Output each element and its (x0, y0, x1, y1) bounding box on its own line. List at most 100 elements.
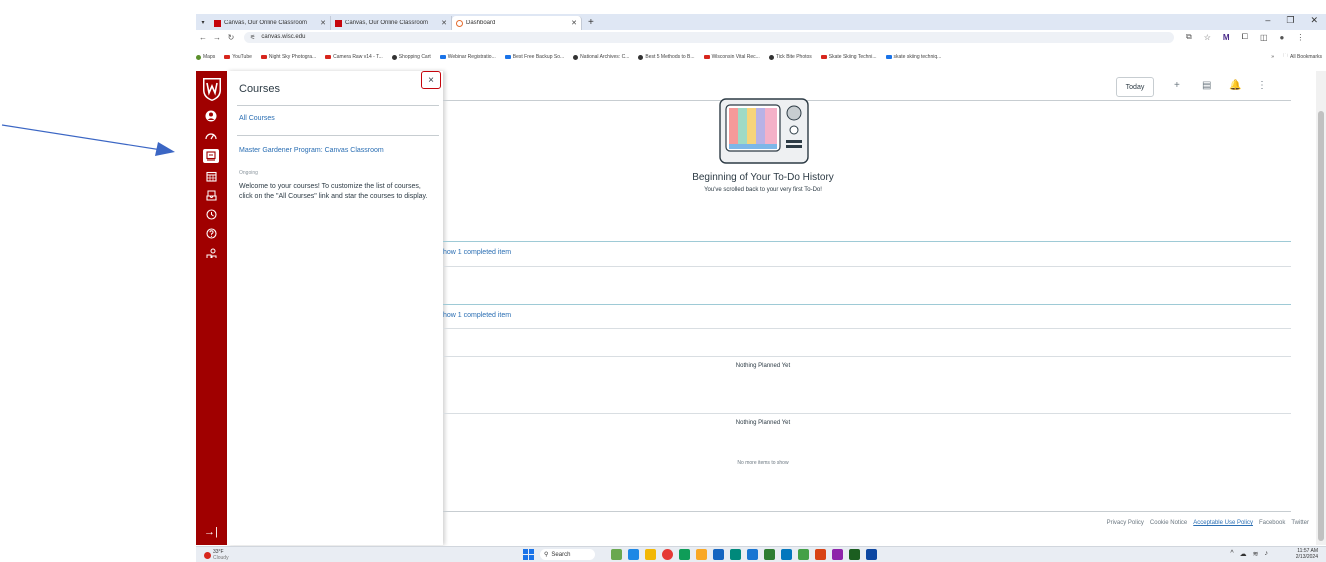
install-icon[interactable]: ⧉ (1186, 32, 1192, 42)
footer-divider (443, 511, 1291, 512)
bookmark-item[interactable]: National Archives: C... (573, 54, 629, 60)
weather-widget[interactable]: 33°F Cloudy (204, 549, 229, 561)
show-hidden-icon[interactable]: ^ (1230, 550, 1233, 558)
courses-icon[interactable] (203, 149, 219, 163)
bookmark-item[interactable]: Camera Raw v14 - T... (325, 54, 383, 60)
photoshop-app-icon[interactable] (866, 549, 877, 560)
excel-app-icon[interactable] (764, 549, 775, 560)
edge-app-icon[interactable] (730, 549, 741, 560)
bookmark-item[interactable]: Tick Bite Photos (768, 54, 812, 60)
wifi-icon[interactable]: ≋ (1253, 550, 1259, 558)
taskbar-search[interactable]: ⚲ Search (540, 549, 595, 560)
course-link[interactable]: Master Gardener Program: Canvas Classroo… (239, 147, 384, 154)
folder-app-icon[interactable] (696, 549, 707, 560)
address-bar[interactable]: ⚟ canvas.wisc.edu (244, 31, 1174, 43)
day-divider (443, 266, 1291, 267)
bookmark-item[interactable]: YouTube (224, 54, 252, 60)
all-courses-link[interactable]: All Courses (239, 115, 275, 122)
store-app-icon[interactable] (679, 549, 690, 560)
outlook-app-icon[interactable] (747, 549, 758, 560)
browser-tab-1[interactable]: Canvas, Our Online Classroom ✕ (210, 16, 331, 30)
privacy-policy-link[interactable]: Privacy Policy (1107, 520, 1144, 526)
explorer-app-icon[interactable] (645, 549, 656, 560)
close-tray-button[interactable]: × (421, 71, 441, 89)
bookmark-item[interactable]: Maps (196, 54, 215, 60)
scrollbar-thumb[interactable] (1318, 111, 1324, 541)
close-window-icon[interactable]: ✕ (1310, 15, 1318, 26)
notifications-icon[interactable]: 🔔 (1229, 80, 1241, 91)
tray-divider (237, 135, 439, 136)
history-icon[interactable] (203, 207, 219, 221)
archives-icon (573, 54, 579, 60)
lightroom-app-icon[interactable] (849, 549, 860, 560)
more-options-icon[interactable]: ⋮ (1257, 80, 1267, 91)
maps-app-icon[interactable] (798, 549, 809, 560)
volume-icon[interactable]: ♪ (1265, 550, 1269, 558)
chrome-app-icon[interactable] (662, 549, 673, 560)
acceptable-use-link[interactable]: Acceptable Use Policy (1193, 520, 1253, 526)
cookie-notice-link[interactable]: Cookie Notice (1150, 520, 1187, 526)
show-completed-link[interactable]: how 1 completed item (443, 249, 511, 256)
bookmark-item[interactable]: Webinar Registratio... (439, 54, 496, 60)
dashboard-icon[interactable] (203, 129, 219, 143)
reload-icon[interactable]: ↻ (224, 33, 238, 42)
tab-close-icon[interactable]: ✕ (571, 19, 577, 27)
twitter-link[interactable]: Twitter (1291, 520, 1309, 526)
back-icon[interactable]: ← (196, 33, 210, 42)
photos-app-icon[interactable] (815, 549, 826, 560)
page-scrollbar[interactable] (1316, 71, 1326, 545)
calendar-icon[interactable] (203, 169, 219, 183)
meet-app-icon[interactable] (628, 549, 639, 560)
site-settings-icon[interactable]: ⚟ (250, 34, 255, 41)
today-button[interactable]: Today (1116, 77, 1154, 97)
help-icon[interactable] (203, 226, 219, 240)
account-icon[interactable] (203, 109, 219, 123)
paint-app-icon[interactable] (832, 549, 843, 560)
browser-tab-2[interactable]: Canvas, Our Online Classroom ✕ (331, 16, 452, 30)
bookmark-item[interactable]: skate skiing techniq... (885, 54, 941, 60)
day-divider (443, 241, 1291, 242)
bookmark-item[interactable]: Skate Skiing Techni... (820, 54, 877, 60)
courses-tray: Courses × All Courses Master Gardener Pr… (227, 71, 443, 545)
new-tab-icon[interactable]: + (588, 17, 594, 28)
browser-tab-3[interactable]: Dashboard ✕ (452, 16, 582, 30)
mail-app-icon[interactable] (781, 549, 792, 560)
tab-close-icon[interactable]: ✕ (320, 19, 326, 27)
tab-search-icon[interactable]: ▾ (196, 19, 210, 26)
browser-address-row: ← → ↻ ⚟ canvas.wisc.edu ⧉ ☆ M ⧠ ◫ ● ⋮ (196, 30, 1326, 44)
system-clock[interactable]: 11:57 AM 2/13/2024 (1296, 548, 1318, 560)
show-completed-link[interactable]: how 1 completed item (443, 312, 511, 319)
extensions-icon[interactable]: ⧠ (1242, 32, 1248, 42)
browser-menu-icon[interactable]: ⋮ (1296, 33, 1304, 42)
bookmark-item[interactable]: Shopping Cart (391, 54, 431, 60)
profile-icon[interactable]: ● (1280, 33, 1285, 42)
youtube-icon (325, 55, 332, 59)
word-app-icon[interactable] (713, 549, 724, 560)
studio-icon[interactable] (203, 246, 219, 260)
no-more-items: No more items to show (737, 460, 789, 466)
bookmark-item[interactable]: Wisconsin Vital Rec... (703, 54, 760, 60)
uw-crest-logo[interactable] (201, 76, 223, 102)
widgets-app-icon[interactable] (611, 549, 622, 560)
bookmark-item[interactable]: Best 5 Methods to B... (638, 54, 695, 60)
inbox-icon[interactable] (203, 188, 219, 202)
weekly-view-icon[interactable]: ▤ (1202, 80, 1211, 91)
side-panel-icon[interactable]: ◫ (1260, 33, 1268, 42)
more-bookmarks[interactable]: » (1271, 54, 1274, 60)
minimize-icon[interactable]: – (1265, 15, 1270, 26)
collapse-nav-icon[interactable]: →| (204, 526, 218, 538)
methods-icon (638, 54, 644, 60)
windows-start-icon[interactable] (523, 549, 534, 560)
add-todo-icon[interactable]: + (1174, 80, 1180, 91)
tab-close-icon[interactable]: ✕ (441, 19, 447, 27)
cloud-icon[interactable]: ☁ (1240, 550, 1247, 558)
bookmark-item[interactable]: Best Free Backup So... (504, 54, 564, 60)
all-bookmarks[interactable]: 🗀 All Bookmarks (1283, 53, 1322, 61)
url-text: canvas.wisc.edu (261, 34, 306, 40)
facebook-link[interactable]: Facebook (1259, 520, 1285, 526)
forward-icon[interactable]: → (210, 33, 224, 42)
restore-icon[interactable]: ❐ (1286, 15, 1294, 26)
extension-m-icon[interactable]: M (1223, 33, 1230, 42)
bookmark-item[interactable]: Night Sky Photogra... (260, 54, 316, 60)
bookmark-star-icon[interactable]: ☆ (1204, 33, 1211, 42)
